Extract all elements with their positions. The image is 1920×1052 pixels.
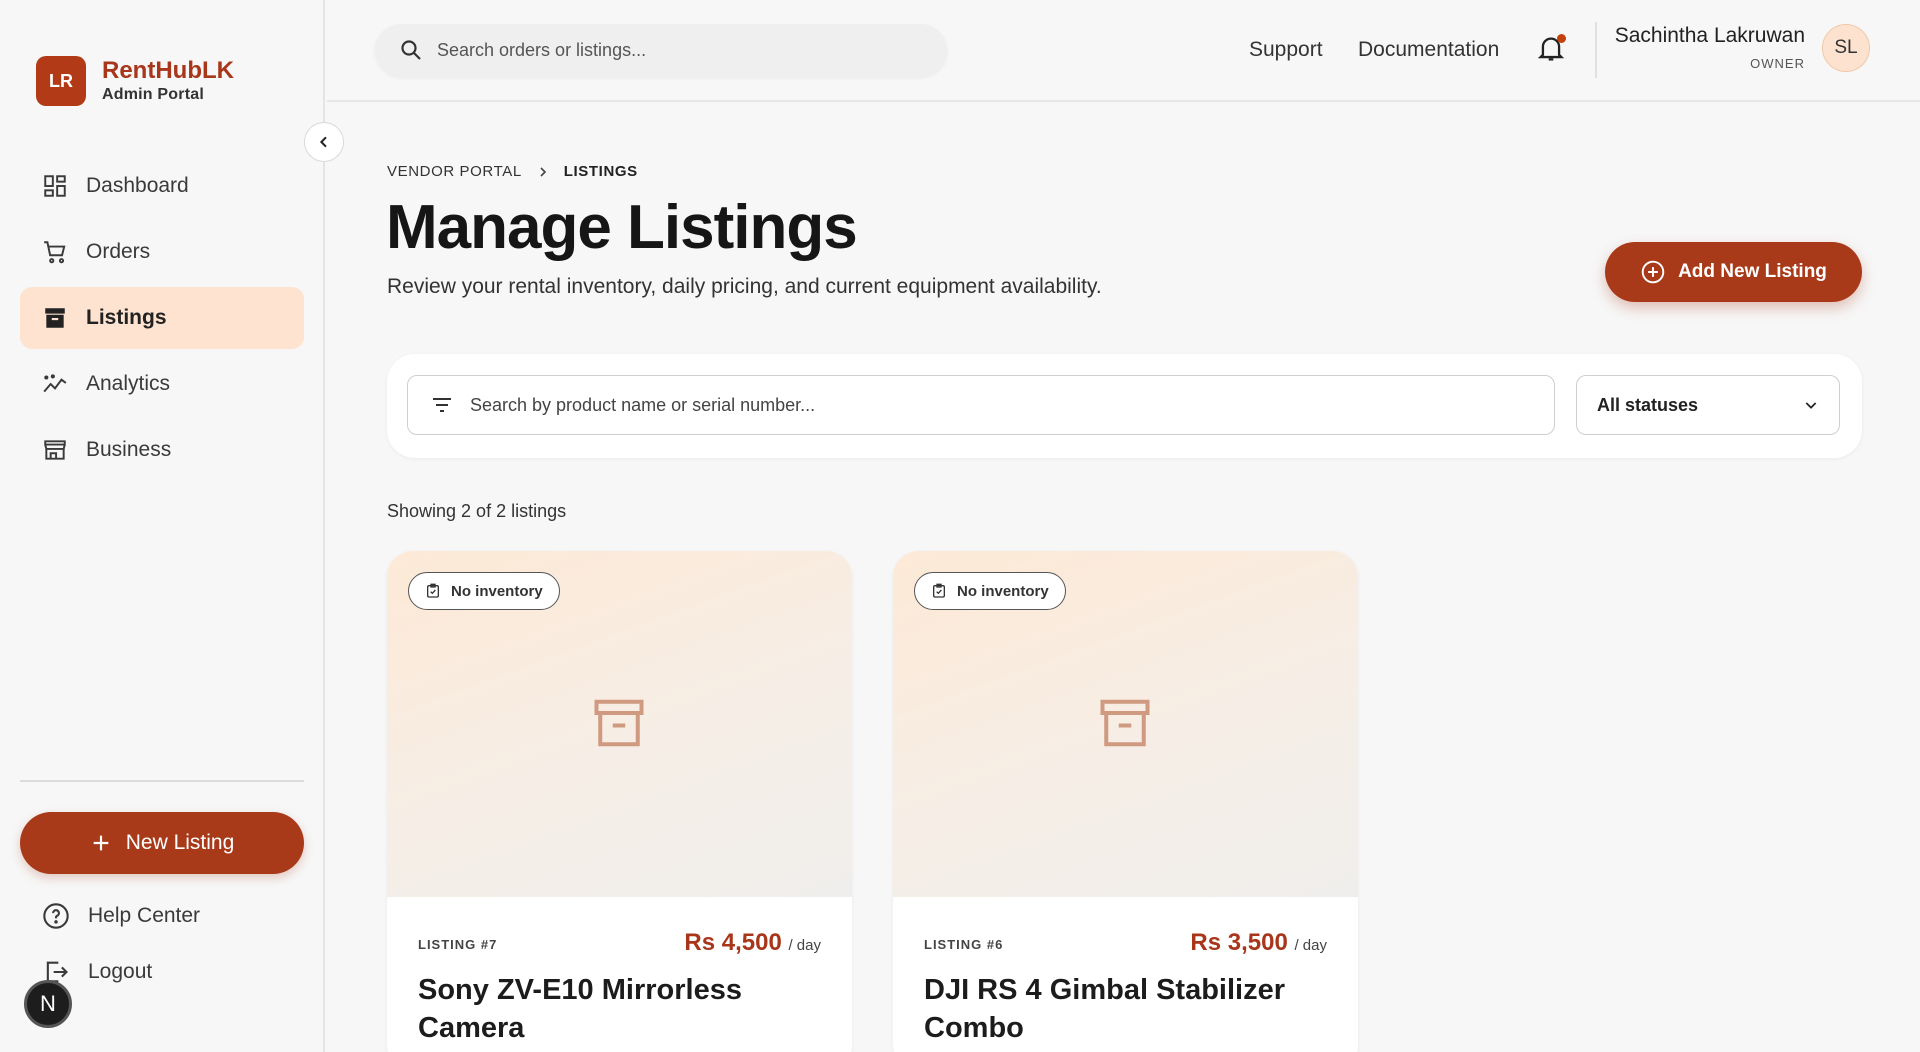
sidebar: LR RentHubLK Admin Portal Dashboard Orde… xyxy=(0,0,325,1052)
listing-title[interactable]: Sony ZV-E10 Mirrorless Camera xyxy=(418,971,818,1047)
analytics-icon xyxy=(43,374,67,393)
avatar[interactable]: SL xyxy=(1822,24,1870,72)
listing-price: Rs 4,500 / day xyxy=(684,929,821,957)
archive-icon xyxy=(594,699,644,747)
clipboard-check-icon xyxy=(427,583,439,598)
n-badge[interactable]: N xyxy=(24,980,72,1028)
sidebar-item-analytics[interactable]: Analytics xyxy=(20,353,304,415)
listing-price-unit: / day xyxy=(788,937,821,954)
listing-count: Showing 2 of 2 listings xyxy=(387,501,567,521)
top-search-placeholder: Search orders or listings... xyxy=(437,39,647,60)
brand-name: RentHubLK xyxy=(102,57,234,84)
add-new-listing-label: Add New Listing xyxy=(1678,261,1827,282)
sidebar-item-label: Dashboard xyxy=(86,174,189,197)
status-select-value: All statuses xyxy=(1597,394,1699,415)
user-name[interactable]: Sachintha Lakruwan xyxy=(1615,24,1805,48)
logout-label: Logout xyxy=(88,960,153,983)
inventory-badge-label: No inventory xyxy=(957,582,1049,600)
inventory-badge: No inventory xyxy=(408,572,560,610)
sidebar-item-listings[interactable]: Listings xyxy=(20,287,304,349)
help-center-link[interactable]: Help Center xyxy=(42,902,200,930)
inventory-badge: No inventory xyxy=(914,572,1066,610)
listing-title[interactable]: DJI RS 4 Gimbal Stabilizer Combo xyxy=(924,971,1324,1047)
chevron-down-icon xyxy=(1805,402,1817,409)
chevron-right-icon xyxy=(540,166,546,177)
brand-logo: LR xyxy=(36,56,86,106)
sidebar-item-orders[interactable]: Orders xyxy=(20,221,304,283)
filter-icon xyxy=(433,398,451,412)
new-listing-label: New Listing xyxy=(125,831,235,854)
brand-subtitle: Admin Portal xyxy=(102,86,204,103)
listing-image-placeholder: No inventory xyxy=(387,551,852,897)
sidebar-nav: Dashboard Orders Listings Analytics Busi… xyxy=(20,155,304,485)
clipboard-check-icon xyxy=(933,583,945,598)
sidebar-item-label: Orders xyxy=(86,240,151,263)
add-new-listing-button[interactable]: Add New Listing xyxy=(1605,242,1862,302)
sidebar-item-dashboard[interactable]: Dashboard xyxy=(20,155,304,217)
sidebar-item-business[interactable]: Business xyxy=(20,419,304,481)
filter-card: Search by product name or serial number.… xyxy=(387,354,1862,458)
listing-number: LISTING #6 xyxy=(924,937,1004,952)
listing-price-value: Rs 4,500 xyxy=(684,929,782,956)
new-listing-button[interactable]: New Listing xyxy=(20,812,304,874)
help-center-label: Help Center xyxy=(88,904,201,927)
breadcrumb: VENDOR PORTAL LISTINGS xyxy=(387,163,638,180)
plus-circle-icon xyxy=(1641,260,1665,284)
listing-price: Rs 3,500 / day xyxy=(1190,929,1327,957)
archive-icon xyxy=(45,308,65,328)
user-role: OWNER xyxy=(1750,56,1805,71)
help-icon xyxy=(43,903,69,929)
search-icon xyxy=(401,40,421,60)
sidebar-item-label: Business xyxy=(86,438,172,461)
sidebar-item-label: Listings xyxy=(86,306,167,329)
plus-icon xyxy=(93,835,109,851)
listing-price-unit: / day xyxy=(1294,937,1327,954)
chevron-left-icon xyxy=(319,136,327,148)
archive-icon xyxy=(1100,699,1150,747)
listing-card[interactable]: No inventory LISTING #7 Rs 4,500 / day S… xyxy=(387,551,852,1052)
notification-dot xyxy=(1557,34,1566,43)
breadcrumb-listings: LISTINGS xyxy=(563,163,638,180)
support-link[interactable]: Support xyxy=(1249,38,1323,62)
listing-image-placeholder: No inventory xyxy=(893,551,1358,897)
sidebar-item-label: Analytics xyxy=(86,372,171,395)
store-icon xyxy=(44,440,66,460)
listing-price-value: Rs 3,500 xyxy=(1190,929,1288,956)
listing-number: LISTING #7 xyxy=(418,937,498,952)
cart-icon xyxy=(44,241,66,264)
listing-card[interactable]: No inventory LISTING #6 Rs 3,500 / day D… xyxy=(893,551,1358,1052)
product-search-input[interactable]: Search by product name or serial number.… xyxy=(407,375,1555,435)
top-search-input[interactable]: Search orders or listings... xyxy=(375,24,947,76)
page-title: Manage Listings xyxy=(386,193,858,262)
dashboard-icon xyxy=(44,175,66,197)
breadcrumb-vendor-portal[interactable]: VENDOR PORTAL xyxy=(387,163,522,180)
status-select[interactable]: All statuses xyxy=(1576,375,1840,435)
sidebar-divider xyxy=(20,780,304,782)
collapse-sidebar-button[interactable] xyxy=(304,122,344,162)
top-header: Search orders or listings... Support Doc… xyxy=(327,0,1920,102)
page-subtitle: Review your rental inventory, daily pric… xyxy=(387,275,1102,298)
inventory-badge-label: No inventory xyxy=(451,582,543,600)
header-divider xyxy=(1595,22,1597,78)
documentation-link[interactable]: Documentation xyxy=(1358,38,1499,62)
product-search-placeholder: Search by product name or serial number.… xyxy=(470,394,816,415)
brand[interactable]: LR RentHubLK Admin Portal xyxy=(36,56,234,106)
